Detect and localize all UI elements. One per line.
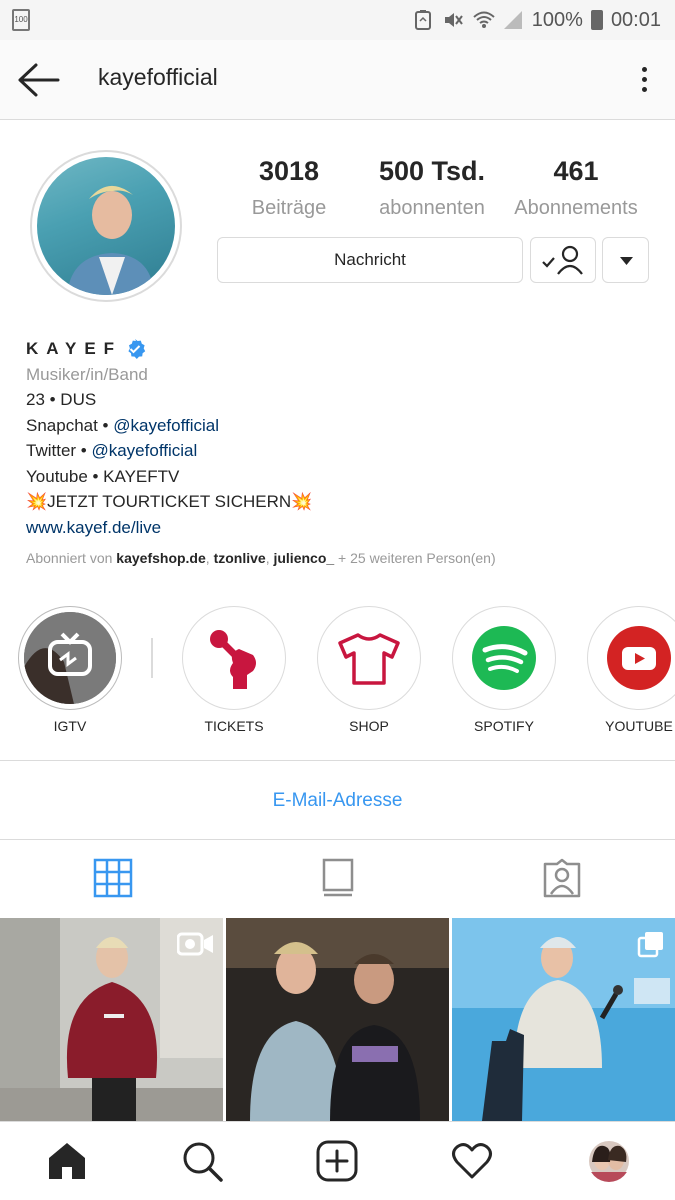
stat-following-value: 461 — [553, 156, 599, 186]
profile-avatar — [588, 1141, 630, 1182]
nav-profile-button[interactable] — [588, 1140, 630, 1182]
nav-home-button[interactable] — [46, 1140, 88, 1182]
followed-by-user-3: julienco_ — [273, 550, 335, 566]
nav-new-post-button[interactable] — [316, 1140, 358, 1182]
highlights-divider — [151, 638, 153, 678]
video-icon — [177, 932, 213, 956]
wifi-icon — [472, 9, 495, 31]
igtv-icon — [24, 612, 116, 704]
tshirt-icon — [338, 633, 400, 685]
stat-posts[interactable]: 3018 Beiträge — [214, 156, 364, 220]
heart-icon — [452, 1143, 492, 1179]
email-contact-button[interactable]: E-Mail-Adresse — [0, 760, 675, 840]
grid-post-2[interactable] — [226, 918, 449, 1121]
highlight-label: TICKETS — [204, 718, 264, 734]
snapchat-prefix: Snapchat • — [26, 415, 114, 435]
highlight-tickets[interactable]: TICKETS — [182, 606, 286, 734]
chevron-down-icon — [620, 257, 633, 265]
followed-by-text[interactable]: Abonniert von kayefshop.de, tzonlive, ju… — [26, 546, 656, 572]
battery-icon — [590, 10, 603, 30]
grid-icon — [93, 858, 133, 898]
tab-feed-view[interactable] — [318, 858, 358, 898]
grid-post-3[interactable] — [452, 918, 675, 1121]
back-arrow-icon — [18, 63, 60, 97]
profile-content-tabs — [0, 840, 675, 918]
bio-category: Musiker/in/Band — [26, 364, 148, 384]
twitter-prefix: Twitter • — [26, 441, 92, 460]
back-button[interactable] — [16, 60, 62, 100]
bottom-navigation — [0, 1121, 675, 1200]
message-button[interactable]: Nachricht — [217, 237, 523, 283]
bio-line-tour: 💥JETZT TOURTICKET SICHERN💥 — [26, 492, 313, 511]
home-icon — [49, 1143, 85, 1179]
nav-activity-button[interactable] — [451, 1140, 493, 1182]
twitter-mention-link[interactable]: @kayefofficial — [91, 441, 197, 460]
highlight-label: SPOTIFY — [474, 718, 534, 734]
grid-post-1[interactable] — [0, 918, 223, 1121]
profile-header-bar: kayefofficial — [0, 40, 675, 120]
mute-icon — [442, 9, 464, 31]
highlight-spotify[interactable]: SPOTIFY — [452, 606, 556, 734]
status-bar: 100 100% 00:01 — [0, 0, 675, 40]
followed-prefix: Abonniert von — [26, 550, 117, 566]
highlight-label: IGTV — [53, 718, 87, 734]
search-icon — [183, 1142, 223, 1182]
highlight-label: SHOP — [349, 718, 389, 734]
battery-indicator-small: 100 — [12, 9, 30, 31]
add-post-icon — [316, 1140, 358, 1182]
more-vertical-icon — [641, 67, 647, 72]
followed-by-user-2: tzonlive — [213, 550, 266, 566]
more-options-button[interactable] — [633, 62, 655, 98]
verified-badge-icon — [128, 338, 146, 359]
stat-posts-value: 3018 — [258, 156, 320, 186]
stat-followers-value: 500 Tsd. — [378, 156, 486, 186]
battery-percent: 100% — [531, 8, 583, 31]
stat-posts-label: Beiträge — [251, 197, 327, 219]
spotify-icon — [472, 626, 536, 690]
bio-name-row: KAYEF — [26, 336, 656, 362]
suggested-dropdown-button[interactable] — [602, 237, 649, 283]
bio-line-snapchat: Snapchat • @kayefofficial — [26, 413, 656, 439]
youtube-icon — [607, 626, 671, 690]
highlight-label: YOUTUBE — [605, 718, 673, 734]
tagged-person-icon — [543, 858, 581, 898]
bio-website-link[interactable]: www.kayef.de/live — [26, 515, 656, 541]
following-button[interactable] — [530, 237, 596, 283]
stat-followers[interactable]: 500 Tsd. abonnenten — [357, 156, 507, 220]
user-check-icon — [542, 245, 583, 275]
highlight-youtube[interactable]: YOUTUBE — [587, 606, 675, 734]
header-username: kayefofficial — [98, 64, 218, 90]
recycle-icon — [412, 9, 434, 31]
bio-line-age-city: 23 • DUS — [26, 390, 97, 409]
stat-following-label: Abonnements — [514, 197, 638, 219]
nav-search-button[interactable] — [181, 1140, 223, 1182]
profile-bio: KAYEF Musiker/in/Band 23 • DUS Snapchat … — [26, 336, 656, 572]
bio-line-twitter: Twitter • @kayefofficial — [26, 438, 656, 464]
post-thumbnail — [226, 918, 449, 1121]
profile-avatar[interactable] — [30, 150, 182, 302]
followed-suffix: + 25 weiteren Person(en) — [334, 550, 496, 566]
followed-by-user-1: kayefshop.de — [116, 550, 206, 566]
profile-photo — [37, 157, 175, 295]
clock: 00:01 — [610, 8, 661, 31]
tab-grid[interactable] — [93, 858, 133, 898]
microphone-fist-icon — [210, 630, 256, 689]
signal-icon — [502, 9, 524, 31]
followed-separator-1: , — [205, 550, 214, 566]
stat-followers-label: abonnenten — [379, 197, 485, 219]
highlight-igtv[interactable]: IGTV — [18, 606, 122, 734]
stat-following[interactable]: 461 Abonnements — [501, 156, 651, 220]
carousel-icon — [637, 932, 663, 958]
profile-display-name: KAYEF — [26, 339, 123, 358]
snapchat-mention-link[interactable]: @kayefofficial — [113, 416, 219, 435]
highlight-shop[interactable]: SHOP — [317, 606, 421, 734]
list-view-icon — [322, 858, 354, 897]
bio-line-youtube: Youtube • KAYEFTV — [26, 466, 180, 486]
tab-tagged[interactable] — [542, 858, 582, 898]
